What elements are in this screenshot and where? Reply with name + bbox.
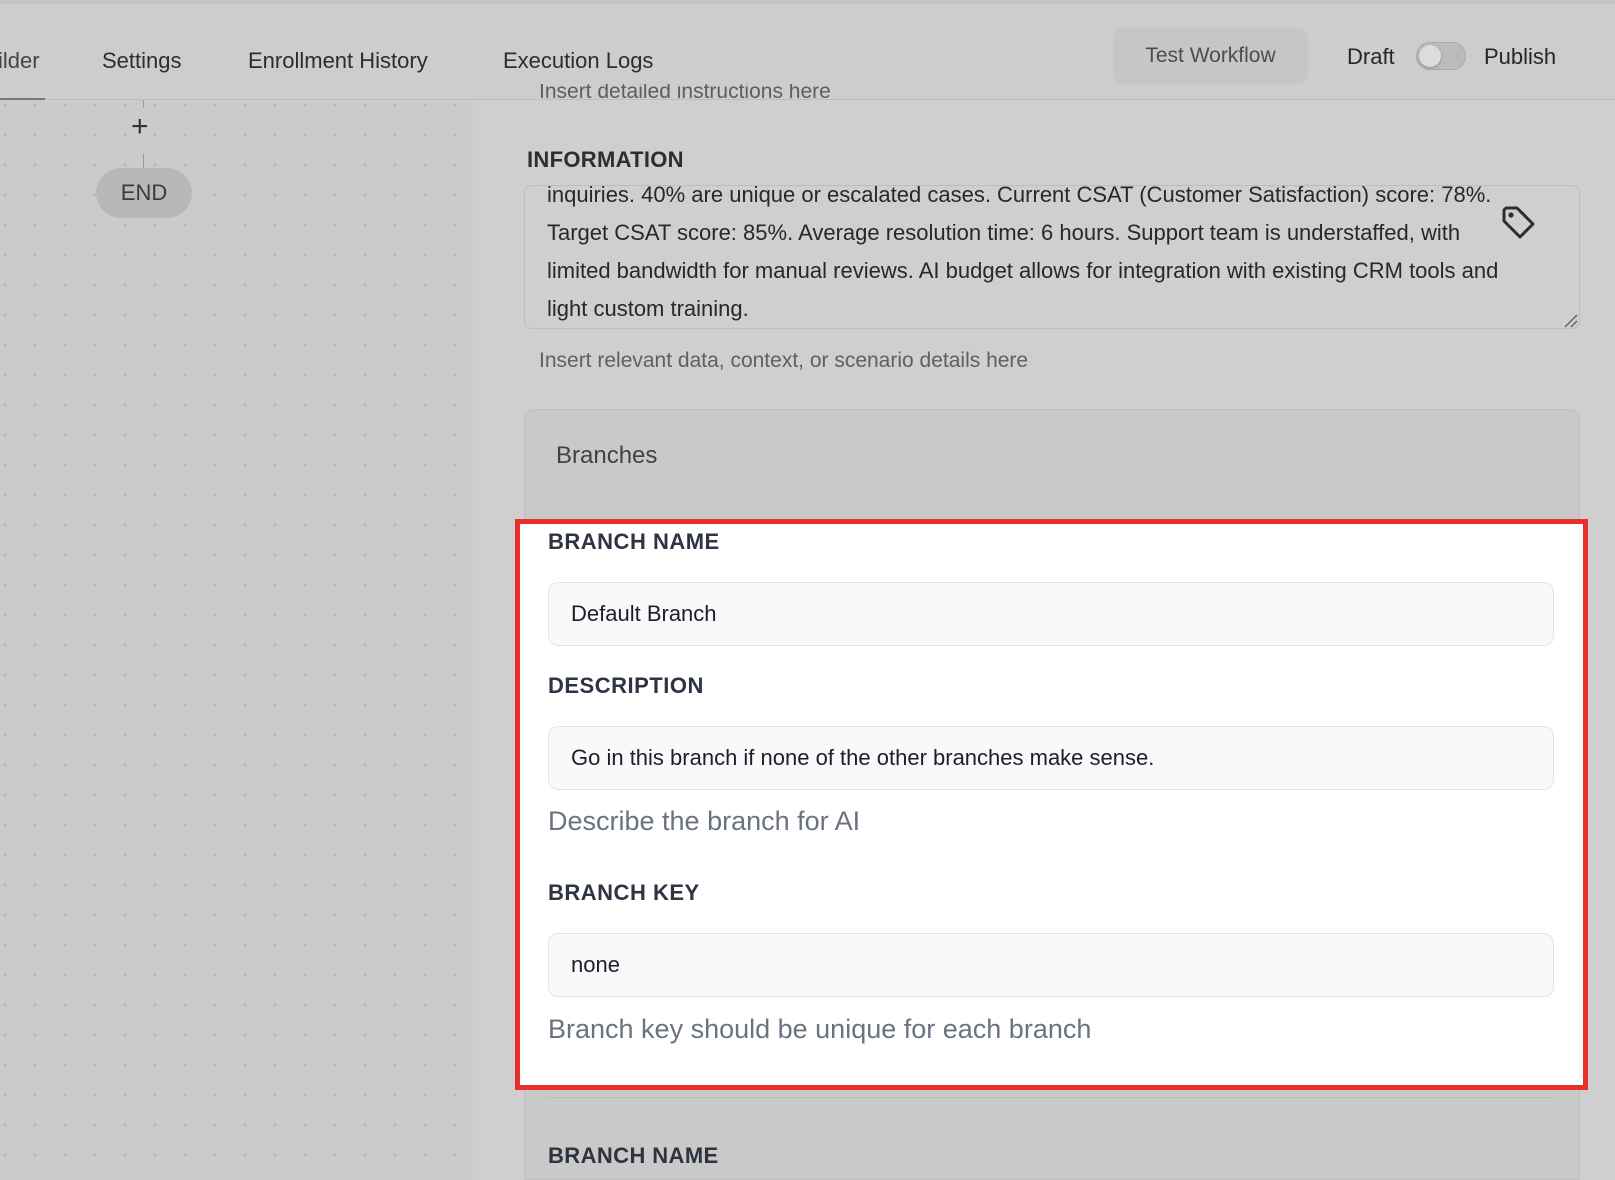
connector-line-top	[143, 100, 144, 108]
add-step-icon[interactable]: +	[131, 112, 149, 142]
branch-key-input[interactable]	[548, 933, 1554, 997]
description-input[interactable]	[548, 726, 1554, 790]
tag-icon[interactable]	[1498, 202, 1538, 242]
description-helper: Describe the branch for AI	[548, 806, 861, 836]
information-label: INFORMATION	[527, 147, 684, 172]
publish-toggle[interactable]	[1416, 42, 1466, 70]
information-textarea[interactable]: inquiries. 40% are unique or escalated c…	[524, 185, 1580, 329]
branch-divider	[548, 1097, 1554, 1098]
end-node[interactable]: END	[96, 168, 192, 218]
connector-line-bottom	[143, 154, 144, 168]
toggle-knob	[1419, 45, 1441, 67]
publish-label: Publish	[1484, 44, 1557, 69]
tab-execution-logs[interactable]: Execution Logs	[503, 48, 653, 74]
information-helper: Insert relevant data, context, or scenar…	[539, 349, 1029, 372]
branch-name-label: BRANCH NAME	[548, 529, 720, 554]
workflow-canvas[interactable]	[0, 100, 473, 1180]
instructions-helper: Insert detailed instructions here	[539, 84, 831, 102]
branches-header: Branches	[556, 442, 658, 469]
draft-label: Draft	[1347, 44, 1395, 69]
information-text: inquiries. 40% are unique or escalated c…	[547, 185, 1499, 321]
tab-builder[interactable]: ilder	[0, 48, 40, 74]
branch-key-helper: Branch key should be unique for each bra…	[548, 1014, 1092, 1044]
test-workflow-button[interactable]: Test Workflow	[1113, 28, 1308, 84]
resize-handle-icon[interactable]	[1562, 312, 1578, 328]
branch-name-input[interactable]	[548, 582, 1554, 646]
branch-name-label-2: BRANCH NAME	[548, 1143, 719, 1168]
tab-enrollment-history[interactable]: Enrollment History	[248, 48, 428, 74]
tab-settings[interactable]: Settings	[102, 48, 182, 74]
branch-key-label: BRANCH KEY	[548, 880, 700, 905]
description-label: DESCRIPTION	[548, 673, 704, 698]
